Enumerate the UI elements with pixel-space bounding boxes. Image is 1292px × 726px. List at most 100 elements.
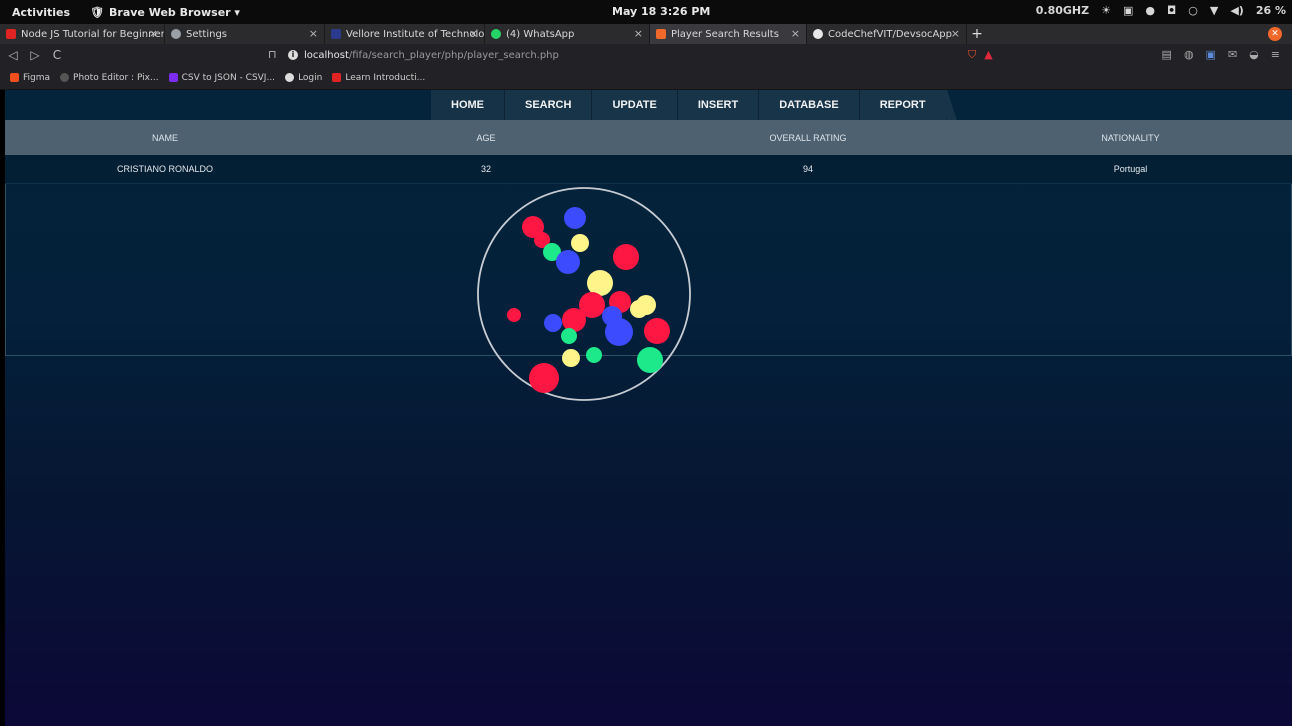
bubble [562,349,580,367]
app-menu[interactable]: 🛡 Brave Web Browser ▾ [80,6,240,19]
forward-icon[interactable]: ▷ [26,48,44,62]
close-icon[interactable]: × [309,27,318,40]
close-icon[interactable]: × [791,27,800,40]
tab-label: Vellore Institute of Technology [346,28,485,40]
url-host: localhost [304,49,349,61]
tab-settings[interactable]: Settings × [165,24,325,44]
close-icon[interactable]: × [634,27,643,40]
rewards-icon[interactable]: ▲ [984,48,992,62]
globe-icon [60,73,70,82]
nav-report[interactable]: REPORT [859,90,947,120]
bookmark-label: Photo Editor : Pix... [73,72,159,83]
bubble [630,300,648,318]
menu-icon[interactable]: ≡ [1271,48,1280,61]
bubble [613,244,639,270]
nav-search[interactable]: SEARCH [505,90,593,120]
bookmark-learn[interactable]: Learn Introducti... [332,73,425,83]
bubble [562,308,586,332]
brave-lion-icon: 🛡 [90,5,105,19]
tab-player-search[interactable]: Player Search Results × [650,24,807,44]
bubble [561,328,577,344]
brave-shields[interactable]: ⛉ ▲ [968,48,993,62]
bookmark-csvjson[interactable]: CSV to JSON - CSVJ... [168,72,276,83]
bookmark-label: Login [298,72,323,83]
battery-label: 26 % [1255,4,1286,17]
bubble [564,207,586,229]
app-menu-label: Brave Web Browser ▾ [109,5,240,19]
globe-icon [285,73,295,82]
cpu-freq: 0.80GHZ [1035,4,1090,17]
gear-icon [171,29,181,39]
csvjson-icon [168,73,178,82]
url-path: /fifa/search_player/php/player_search.ph… [348,49,559,61]
tab-nodejs[interactable]: Node JS Tutorial for Beginners × [0,24,165,44]
tab-label: Node JS Tutorial for Beginners [21,28,165,40]
tab-github[interactable]: CodeChefVIT/DevsocApp × [807,24,967,44]
bookmark-label: CSV to JSON - CSVJ... [181,72,276,83]
reload-icon[interactable]: C [48,48,66,62]
url-bar[interactable]: i localhost/fifa/search_player/php/playe… [288,46,1008,64]
new-tab-button[interactable]: + [967,24,987,44]
nav-database[interactable]: DATABASE [759,90,860,120]
tab-label: Settings [186,28,228,40]
extension-icon[interactable]: ▣ [1206,48,1216,61]
page-favicon-icon [656,29,666,39]
wifi-icon: ▼ [1209,4,1219,17]
address-toolbar: ◁ ▷ C ⊓ i localhost/fifa/search_player/p… [0,44,1292,66]
close-icon[interactable]: × [149,27,158,40]
github-icon [813,29,823,39]
calendar-icon: ▣ [1122,4,1134,17]
header-name: NAME [5,120,325,155]
system-tray[interactable]: 0.80GHZ ☀ ▣ ● ◘ ○ ▼ ◀) 26 % [1036,4,1286,17]
bubble-animation [477,187,691,401]
tab-strip: Node JS Tutorial for Beginners × Setting… [0,24,1292,44]
bubble [586,347,602,363]
header-nationality: NATIONALITY [969,120,1292,155]
extension-icon[interactable]: ▤ [1162,48,1172,61]
nav-insert[interactable]: INSERT [677,90,760,120]
bookmark-figma[interactable]: Figma [10,73,50,83]
cell-nationality: Portugal [969,155,1292,184]
nav-update[interactable]: UPDATE [592,90,678,120]
bubble [644,318,670,344]
nav-home[interactable]: HOME [431,90,505,120]
info-icon[interactable]: i [288,50,298,60]
brightness-icon: ☀ [1101,4,1111,17]
tab-whatsapp[interactable]: (4) WhatsApp × [485,24,650,44]
cell-name: CRISTIANO RONALDO [5,155,325,184]
bubble [571,234,589,252]
table-row: CRISTIANO RONALDO 32 94 Portugal [5,155,1292,184]
close-icon[interactable]: × [951,27,960,40]
tab-vit[interactable]: Vellore Institute of Technology × [325,24,485,44]
back-icon[interactable]: ◁ [4,48,22,62]
tab-label: (4) WhatsApp [506,28,575,40]
clipboard-icon: ◘ [1167,4,1177,17]
header-overall-rating: OVERALL RATING [647,120,969,155]
activities-button[interactable]: Activities [0,6,80,19]
extension-icon[interactable]: ◍ [1184,48,1194,61]
bubble [605,318,633,346]
results-table: NAME AGE OVERALL RATING NATIONALITY CRIS… [5,120,1292,184]
close-icon[interactable]: × [469,27,478,40]
bookmarks-bar: Figma Photo Editor : Pix... CSV to JSON … [0,66,1292,90]
bookmark-login[interactable]: Login [285,73,322,83]
header-age: AGE [325,120,647,155]
youtube-icon [6,29,16,39]
bubble [529,363,559,393]
bookmark-label: Learn Introducti... [345,72,426,83]
bookmark-icon[interactable]: ⊓ [268,48,277,61]
bubble [556,250,580,274]
bookmark-label: Figma [23,72,51,83]
sync-icon[interactable]: ◒ [1249,48,1259,61]
vit-icon [331,29,341,39]
extensions-area: ▤ ◍ ▣ ✉ ◒ ≡ [1162,48,1280,61]
bookmark-photo-editor[interactable]: Photo Editor : Pix... [60,73,159,83]
whatsapp-icon [491,29,501,39]
clock[interactable]: May 18 3:26 PM [612,5,710,18]
shield-icon[interactable]: ⛉ [968,48,976,62]
tab-label: Player Search Results [671,28,779,40]
mail-icon[interactable]: ✉ [1228,48,1237,61]
chat-icon: ● [1145,4,1155,17]
bubble [507,308,521,322]
brave-rewards-icon[interactable]: ✕ [1268,27,1282,41]
